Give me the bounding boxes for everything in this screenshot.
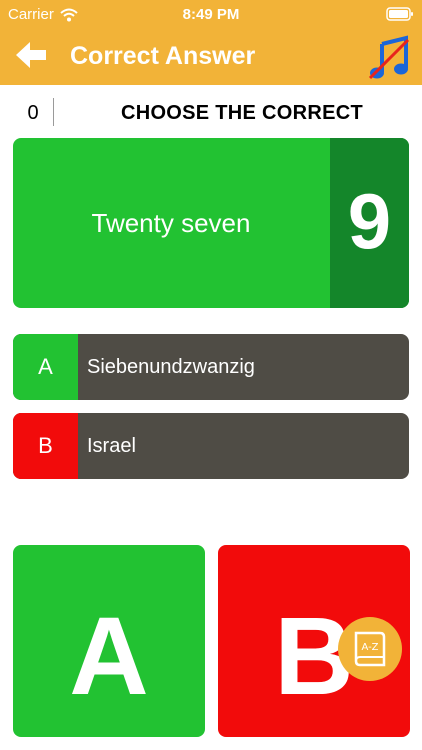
option-letter: A [13,334,78,400]
back-button[interactable] [14,40,54,74]
dictionary-book-icon: A-Z [354,631,386,667]
music-off-icon [368,35,410,80]
question-text: Twenty seven [91,208,251,238]
nav-bar: Correct Answer [0,30,422,85]
dictionary-label: A-Z [361,642,378,653]
option-text: Israel [87,435,136,457]
battery-icon [386,7,414,21]
page-title: Correct Answer [70,42,256,70]
score-value: 0 [27,102,39,124]
option-b[interactable]: B Israel [13,413,409,479]
option-letter: B [13,413,78,479]
question-card: Twenty seven 9 [13,138,409,308]
timer-value: 9 [347,177,392,265]
status-bar: Carrier 8:49 PM [0,0,422,30]
score-divider [53,98,54,126]
answer-letter: A [69,595,149,718]
option-text: Siebenundzwanzig [87,356,255,378]
timer-box: 9 [330,138,409,308]
game-header: 0 CHOOSE THE CORRECT [0,90,422,134]
music-toggle-button[interactable] [366,34,412,82]
status-time: 8:49 PM [182,6,240,23]
instruction-text: CHOOSE THE CORRECT [120,102,364,124]
arrow-left-icon [16,42,46,68]
option-a[interactable]: A Siebenundzwanzig [13,334,409,400]
dictionary-button[interactable]: A-Z [338,617,402,681]
answer-button-a[interactable]: A [13,545,205,737]
